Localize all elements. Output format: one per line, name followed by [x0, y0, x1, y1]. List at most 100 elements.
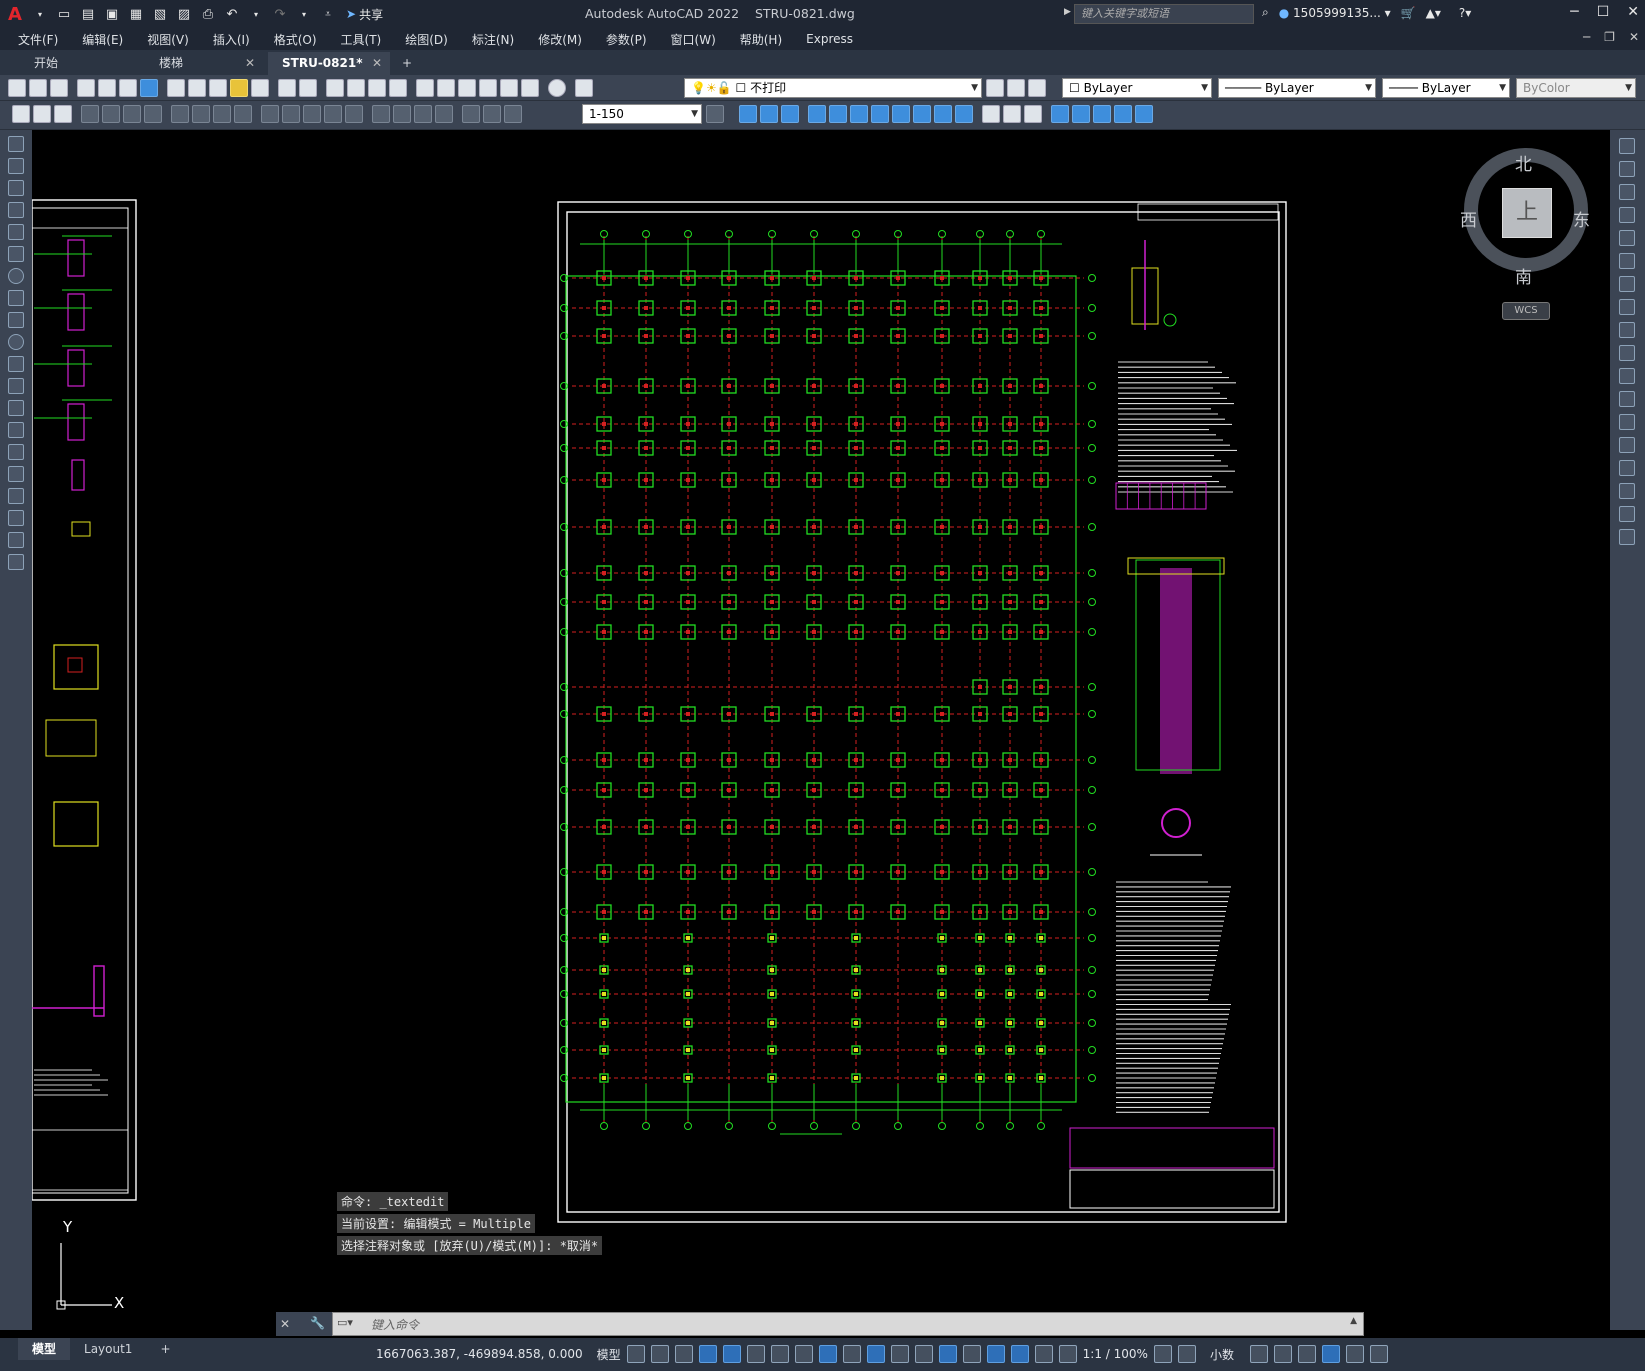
viewcube-top-face[interactable]: 上	[1502, 188, 1552, 238]
dim-override-icon[interactable]	[54, 105, 72, 123]
line-icon[interactable]	[8, 136, 24, 152]
undo-icon[interactable]: ↶	[222, 4, 242, 24]
menu-parametric[interactable]: 参数(P)	[606, 31, 647, 48]
region-icon[interactable]	[8, 488, 24, 504]
open-web-icon[interactable]: ▧	[150, 4, 170, 24]
join-icon[interactable]	[1619, 437, 1635, 453]
user-account[interactable]: ● 1505999135... ▾	[1279, 6, 1391, 20]
dynamic-ucs-icon[interactable]	[938, 1345, 957, 1363]
menu-view[interactable]: 视图(V)	[147, 31, 189, 48]
dim-style-icon[interactable]	[33, 105, 51, 123]
zoom-realtime-icon[interactable]	[347, 79, 365, 97]
linetype-dropdown[interactable]: ───── ByLayer ▼	[1218, 78, 1376, 98]
doc-restore-icon[interactable]: ❐	[1604, 30, 1615, 44]
zoom-window-icon[interactable]	[368, 79, 386, 97]
tool-palettes-icon[interactable]	[458, 79, 476, 97]
erase-icon[interactable]	[1619, 138, 1635, 154]
3d-dwf-icon[interactable]	[140, 79, 158, 97]
offset-icon[interactable]	[1619, 207, 1635, 223]
dynamic-input-icon[interactable]	[698, 1345, 717, 1363]
point-icon[interactable]	[8, 422, 24, 438]
plot-preview-icon[interactable]	[98, 79, 116, 97]
layout-tab-layout1[interactable]: Layout1	[70, 1338, 146, 1360]
save-as-icon[interactable]: ▦	[126, 4, 146, 24]
customize-command-icon[interactable]: 🔧	[304, 1312, 332, 1336]
doc-minimize-icon[interactable]: ─	[1583, 30, 1590, 44]
color-dropdown[interactable]: ☐ ByLayer ▼	[1062, 78, 1212, 98]
transparency-icon[interactable]	[866, 1345, 885, 1363]
copy-icon[interactable]	[188, 79, 206, 97]
plot-icon[interactable]	[77, 79, 95, 97]
lineweight-dropdown[interactable]: ──── ByLayer ▼	[1382, 78, 1510, 98]
make-current-layer-icon[interactable]	[986, 79, 1004, 97]
new-tab-button[interactable]: +	[396, 52, 420, 75]
selection-filter-icon[interactable]	[962, 1345, 981, 1363]
blend-curves-icon[interactable]	[1619, 506, 1635, 522]
ellipse-arc-icon[interactable]	[8, 356, 24, 372]
chamfer-icon[interactable]	[1024, 105, 1042, 123]
blend-icon[interactable]	[1072, 105, 1090, 123]
search-input[interactable]: 键入关键字或短语	[1074, 4, 1254, 24]
annotation-monitor-icon[interactable]	[1177, 1345, 1196, 1363]
annotation-scale-value[interactable]: 1:1 / 100%	[1083, 1347, 1148, 1361]
layer-dropdown[interactable]: 💡☀🔓 ☐ 不打印 ▼	[684, 78, 982, 98]
angular-icon[interactable]	[234, 105, 252, 123]
scale-icon[interactable]	[1619, 299, 1635, 315]
search-expand-icon[interactable]: ▶	[1064, 7, 1071, 17]
dim-edit-icon[interactable]	[462, 105, 480, 123]
close-command-icon[interactable]: ✕	[280, 1317, 290, 1331]
plot-icon[interactable]: ⎙	[198, 4, 218, 24]
model-space-toggle[interactable]: 模型	[597, 1346, 621, 1363]
cut-icon[interactable]	[167, 79, 185, 97]
menu-dimension[interactable]: 标注(N)	[472, 31, 514, 48]
rotate-icon[interactable]	[871, 105, 889, 123]
minimize-icon[interactable]: ─	[1570, 4, 1578, 20]
annotation-scale-icon[interactable]	[1058, 1345, 1077, 1363]
mirror-icon[interactable]	[781, 105, 799, 123]
layout-tab-model[interactable]: 模型	[18, 1338, 71, 1360]
design-center-icon[interactable]	[437, 79, 455, 97]
isolate-objects-icon[interactable]	[1297, 1345, 1316, 1363]
3d-osnap-icon[interactable]	[914, 1345, 933, 1363]
polar-tracking-icon[interactable]	[746, 1345, 765, 1363]
lengthen-icon[interactable]	[1114, 105, 1132, 123]
arc-length-icon[interactable]	[123, 105, 141, 123]
spline-icon[interactable]	[8, 312, 24, 328]
compass-east[interactable]: 东	[1573, 206, 1590, 231]
stretch-icon[interactable]	[1619, 322, 1635, 338]
command-history-toggle-icon[interactable]: ▲	[1350, 1316, 1357, 1326]
help-icon[interactable]	[548, 79, 566, 97]
snap-icon[interactable]	[650, 1345, 669, 1363]
jogged-linear-icon[interactable]	[435, 105, 453, 123]
break-icon[interactable]	[1619, 414, 1635, 430]
workspace-switch-icon[interactable]	[1153, 1345, 1172, 1363]
customize-qat-icon[interactable]: ⩡	[318, 4, 338, 24]
sheet-set-icon[interactable]	[479, 79, 497, 97]
hatch-icon[interactable]	[8, 444, 24, 460]
menu-express[interactable]: Express	[806, 32, 853, 46]
selection-cycling-icon[interactable]	[890, 1345, 909, 1363]
annotation-visibility-icon[interactable]	[1010, 1345, 1029, 1363]
units-value[interactable]: 小数	[1210, 1346, 1234, 1363]
layer-properties-icon[interactable]	[575, 79, 593, 97]
redo-dropdown-icon[interactable]: ▾	[294, 4, 314, 24]
gradient-icon[interactable]	[8, 466, 24, 482]
break-at-point-icon[interactable]	[1619, 391, 1635, 407]
menu-draw[interactable]: 绘图(D)	[405, 31, 448, 48]
insert-block-icon[interactable]	[8, 378, 24, 394]
move-icon[interactable]	[850, 105, 868, 123]
dim-break-icon[interactable]	[345, 105, 363, 123]
radius-icon[interactable]	[171, 105, 189, 123]
dim-style-manager-icon[interactable]	[706, 105, 724, 123]
zoom-previous-icon[interactable]	[389, 79, 407, 97]
command-input[interactable]: ▭▾ 键入命令 ▲	[332, 1312, 1364, 1336]
mirror-icon[interactable]	[1619, 184, 1635, 200]
make-block-icon[interactable]	[8, 400, 24, 416]
graphics-performance-icon[interactable]	[1321, 1345, 1340, 1363]
auto-scale-icon[interactable]	[1034, 1345, 1053, 1363]
erase-icon[interactable]	[739, 105, 757, 123]
explode-icon[interactable]	[1093, 105, 1111, 123]
polyline-icon[interactable]	[8, 180, 24, 196]
markup-icon[interactable]	[500, 79, 518, 97]
ellipse-icon[interactable]	[8, 334, 24, 350]
